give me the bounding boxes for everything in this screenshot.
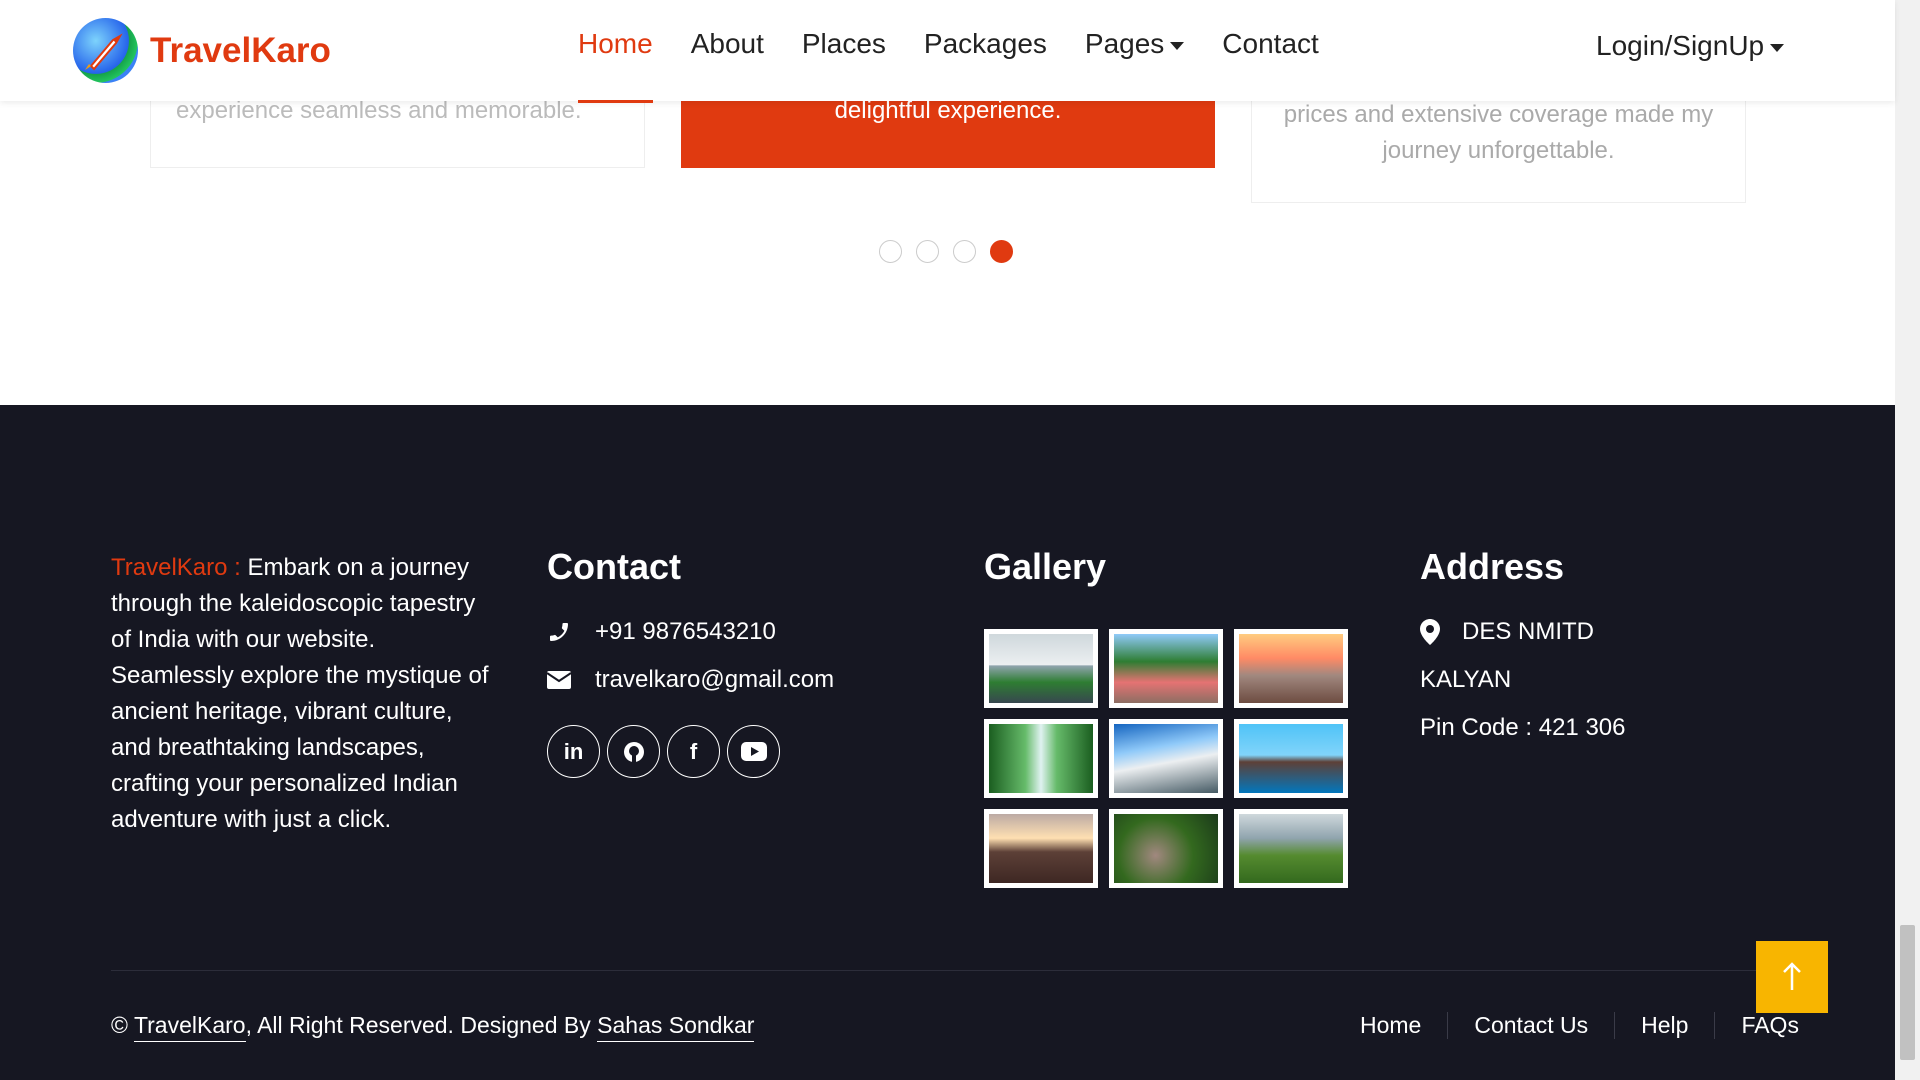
footer-about-text: Embark on a journey through the kaleidos… xyxy=(111,554,489,833)
footer-about-brand: TravelKaro : xyxy=(111,554,248,581)
address-pin-code: Pin Code : 421 306 xyxy=(1420,714,1626,741)
brand-name: TravelKaro xyxy=(150,30,331,70)
address-line-1-text: DES NMITD xyxy=(1462,618,1594,645)
footer-about: TravelKaro : Embark on a journey through… xyxy=(111,550,491,838)
footer-divider xyxy=(111,970,1786,971)
testimonial-text: experience seamless and memorable. xyxy=(176,97,582,124)
copyright: © TravelKaro, All Right Reserved. Design… xyxy=(111,1012,755,1042)
contact-email-text: travelkaro@gmail.com xyxy=(595,666,835,693)
testimonial-text: prices and extensive coverage made my jo… xyxy=(1272,97,1725,169)
gallery-grid xyxy=(984,629,1348,888)
nav-pages-label: Pages xyxy=(1084,28,1165,59)
address-line-2: KALYAN xyxy=(1420,666,1512,693)
nav-about[interactable]: About xyxy=(691,28,764,102)
testimonial-line: journey unforgettable. xyxy=(1382,137,1615,164)
arrow-up-icon xyxy=(1781,962,1803,992)
gallery-image-mountain-ruins[interactable] xyxy=(1234,809,1348,888)
address-title: Address xyxy=(1420,546,1565,587)
contact-title: Contact xyxy=(547,546,681,587)
nav-packages[interactable]: Packages xyxy=(924,28,1047,102)
gallery-image-coastal-road[interactable] xyxy=(984,809,1098,888)
login-signup-dropdown[interactable]: Login/SignUp xyxy=(1596,30,1785,62)
footer-link-contact-us[interactable]: Contact Us xyxy=(1448,1012,1616,1039)
contact-phone: +91 9876543210 xyxy=(547,618,776,646)
gallery-image-snow-mountain[interactable] xyxy=(1109,719,1223,798)
nav-home[interactable]: Home xyxy=(578,28,653,103)
phone-icon xyxy=(547,620,575,644)
testimonial-line: prices and extensive coverage made my xyxy=(1283,101,1714,128)
gallery-image-city-sunset[interactable] xyxy=(1234,629,1348,708)
back-to-top-button[interactable] xyxy=(1756,941,1828,1013)
copyright-brand-link[interactable]: TravelKaro xyxy=(133,1012,246,1042)
nav-pages-dropdown[interactable]: Pages xyxy=(1084,28,1185,102)
navbar: TravelKaro Home About Places Packages Pa… xyxy=(0,0,1895,103)
carousel-dot-1[interactable] xyxy=(879,240,902,263)
designer-link[interactable]: Sahas Sondkar xyxy=(597,1012,755,1042)
envelope-icon xyxy=(547,671,575,689)
contact-email: travelkaro@gmail.com xyxy=(547,666,834,694)
carousel-dots xyxy=(879,240,1027,263)
map-pin-icon xyxy=(1420,619,1440,645)
github-icon[interactable] xyxy=(607,725,660,778)
nav-places[interactable]: Places xyxy=(802,28,886,102)
carousel-dot-3[interactable] xyxy=(953,240,976,263)
gallery-title: Gallery xyxy=(984,546,1107,587)
carousel-dot-4[interactable] xyxy=(990,240,1013,263)
caret-down-icon xyxy=(1770,44,1785,52)
caret-down-icon xyxy=(1170,42,1185,50)
youtube-icon[interactable] xyxy=(727,725,780,778)
gallery-image-village-palms[interactable] xyxy=(1109,629,1223,708)
footer-link-home[interactable]: Home xyxy=(1340,1012,1449,1039)
footer-link-faqs[interactable]: FAQs xyxy=(1715,1012,1825,1039)
address-line-1: DES NMITD xyxy=(1420,618,1594,646)
brand-logo-link[interactable]: TravelKaro xyxy=(73,18,331,83)
contact-phone-text: +91 9876543210 xyxy=(595,618,776,645)
scrollbar-thumb[interactable] xyxy=(1900,925,1915,1060)
social-links: in f xyxy=(547,725,787,778)
gallery-image-waterfall[interactable] xyxy=(984,719,1098,798)
page-scrollbar[interactable] xyxy=(1895,0,1920,1080)
facebook-icon[interactable]: f xyxy=(667,725,720,778)
footer-links: Home Contact Us Help FAQs xyxy=(1340,1012,1825,1039)
globe-rocket-logo-icon xyxy=(73,18,138,83)
main-nav: Home About Places Packages Pages Contact xyxy=(578,28,1357,103)
carousel-dot-2[interactable] xyxy=(916,240,939,263)
gallery-image-houseboat[interactable] xyxy=(1234,719,1348,798)
gallery-image-taj-mahal[interactable] xyxy=(984,629,1098,708)
copyright-symbol: © xyxy=(111,1012,128,1038)
login-signup-label: Login/SignUp xyxy=(1596,30,1765,61)
copyright-text: , All Right Reserved. Designed By xyxy=(245,1012,591,1038)
footer-link-help[interactable]: Help xyxy=(1615,1012,1716,1039)
gallery-image-aerial-village[interactable] xyxy=(1109,809,1223,888)
nav-contact[interactable]: Contact xyxy=(1222,28,1319,102)
linkedin-icon[interactable]: in xyxy=(547,725,600,778)
